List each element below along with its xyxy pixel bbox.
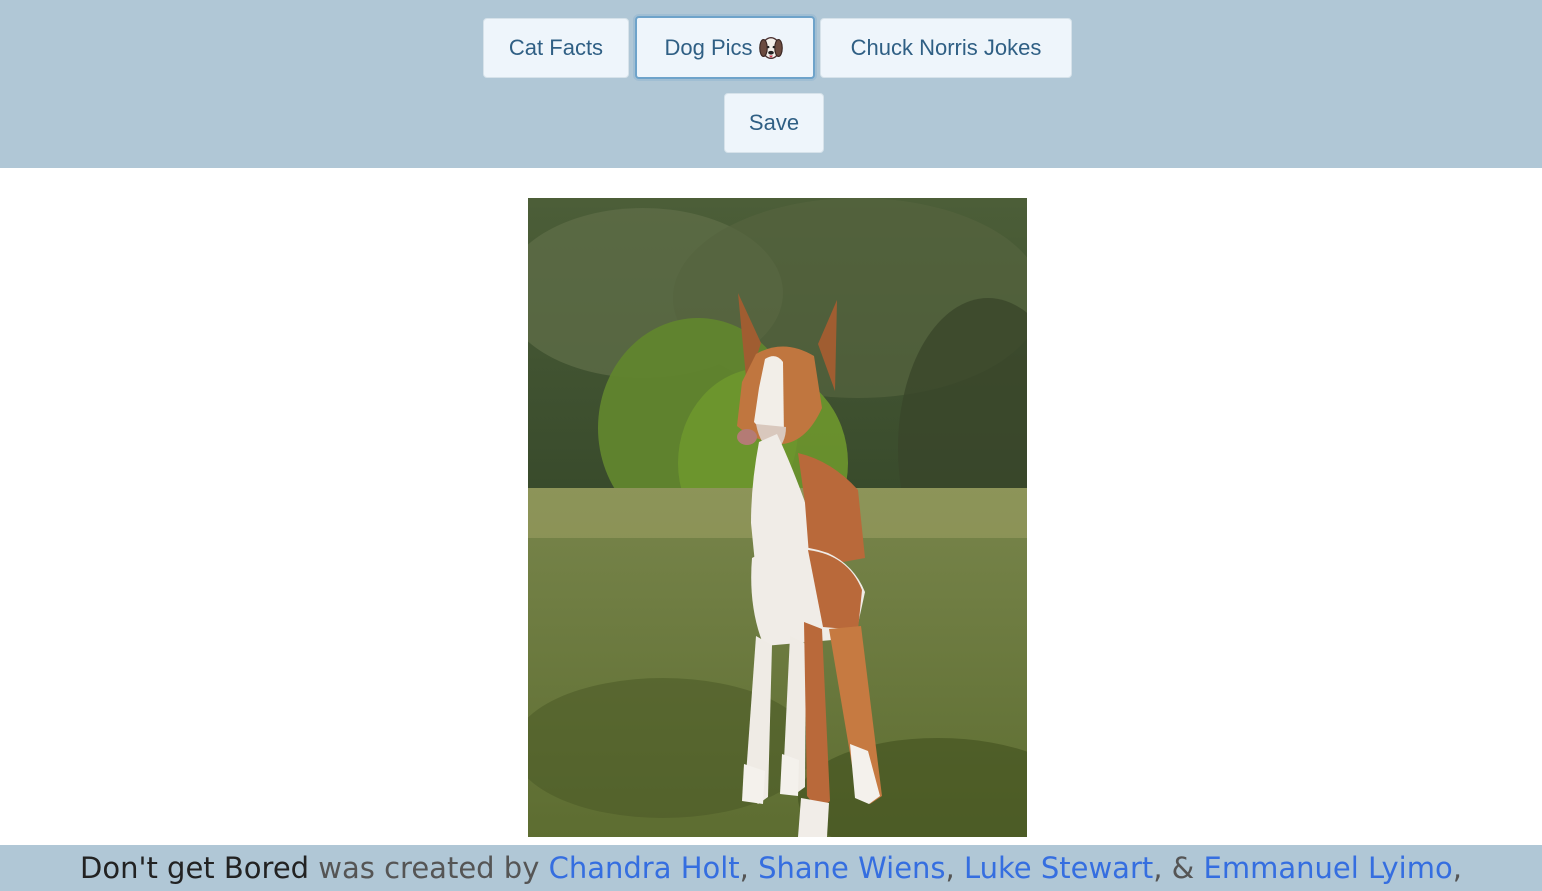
footer-space-5 bbox=[1194, 851, 1203, 885]
created-by-text: was created by bbox=[318, 851, 540, 885]
author-link-luke-stewart[interactable]: Luke Stewart bbox=[964, 851, 1153, 885]
author-separator-2: , bbox=[945, 851, 955, 885]
dog-face-icon bbox=[758, 36, 783, 59]
footer-space-3 bbox=[749, 851, 758, 885]
cat-facts-label: Cat Facts bbox=[508, 35, 604, 60]
author-separator-3: , & bbox=[1153, 851, 1195, 885]
footer-space-4 bbox=[955, 851, 964, 885]
credits-footer: Don't get Bored was created by Chandra H… bbox=[0, 845, 1542, 891]
save-button[interactable]: Save bbox=[724, 93, 824, 153]
author-separator-1: , bbox=[739, 851, 749, 885]
dog-photo bbox=[528, 198, 1027, 837]
author-link-shane-wiens[interactable]: Shane Wiens bbox=[758, 851, 945, 885]
chuck-norris-jokes-label: Chuck Norris Jokes bbox=[850, 35, 1042, 60]
save-label: Save bbox=[748, 110, 800, 135]
footer-trailing-comma: , bbox=[1452, 851, 1462, 885]
dog-pics-button[interactable]: Dog Pics bbox=[635, 16, 815, 79]
dog-photo-illustration bbox=[528, 198, 1027, 837]
author-link-chandra-holt[interactable]: Chandra Holt bbox=[549, 851, 740, 885]
chuck-norris-jokes-button[interactable]: Chuck Norris Jokes bbox=[820, 18, 1072, 78]
footer-space-2 bbox=[539, 851, 548, 885]
dog-pics-label: Dog Pics bbox=[664, 34, 753, 60]
brand-name: Don't get Bored bbox=[80, 851, 310, 885]
top-navigation-bar: Cat Facts Dog Pics Chuck Norris Jokes Sa… bbox=[0, 0, 1542, 168]
cat-facts-button[interactable]: Cat Facts bbox=[483, 18, 629, 78]
author-link-emmanuel-lyimo[interactable]: Emmanuel Lyimo bbox=[1204, 851, 1453, 885]
footer-space-1 bbox=[309, 851, 318, 885]
